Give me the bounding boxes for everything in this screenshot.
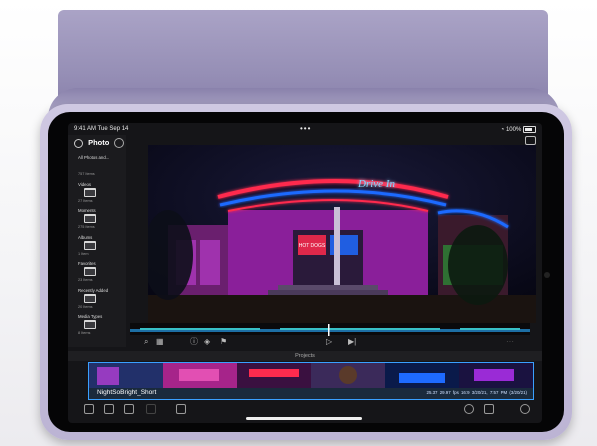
camera-icon bbox=[544, 272, 550, 278]
sidebar-item-label: Recently Added bbox=[78, 287, 109, 293]
trash-icon[interactable] bbox=[84, 404, 94, 414]
play-icon[interactable]: ▷ bbox=[326, 338, 332, 346]
multitasking-dots[interactable]: ••• bbox=[300, 124, 311, 133]
grid-icon[interactable]: ▦ bbox=[156, 338, 164, 346]
sidebar-item-recently-added[interactable]: Recently Added 20 Items bbox=[78, 288, 124, 315]
sidebar-item-moments[interactable]: Moments 275 Items bbox=[78, 208, 124, 235]
step bbox=[278, 285, 378, 290]
sidebar-item-all-photos[interactable]: All Photos and... 757 Items bbox=[78, 155, 124, 182]
sidebar-item-label: All Photos and... bbox=[78, 155, 110, 160]
ipad-screen: 9:41 AM Tue Sep 14 ••• ◔ 100% Photo All … bbox=[68, 123, 542, 423]
sidebar-item-count: 27 Items bbox=[78, 198, 93, 203]
audio-waveform[interactable] bbox=[130, 323, 530, 336]
filmstrip-thumbnails bbox=[89, 363, 533, 388]
thumbnail-detail bbox=[474, 369, 514, 381]
thumbnail-detail bbox=[179, 369, 219, 381]
help-icon[interactable] bbox=[520, 404, 530, 414]
sidebar-item-count: 20 Items bbox=[78, 304, 93, 309]
home-indicator[interactable] bbox=[246, 417, 362, 420]
clip-name: NightSoBright_Short bbox=[97, 389, 157, 396]
wifi-icon: ◔ bbox=[500, 127, 505, 134]
sidebar-item-label: Albums bbox=[78, 234, 93, 240]
photos-icon bbox=[74, 138, 83, 148]
share-icon[interactable] bbox=[484, 404, 494, 414]
sidebar-title: Photo bbox=[88, 138, 110, 147]
folder-icon bbox=[84, 267, 96, 276]
more-icon[interactable]: ··· bbox=[506, 338, 514, 346]
sidebar-list: All Photos and... 757 Items Videos 27 It… bbox=[78, 155, 124, 341]
projects-header[interactable]: Projects bbox=[68, 351, 542, 361]
folder-icon bbox=[84, 214, 96, 223]
playback-controls: ⌕ ▦ ⓘ ◈ ⚑ ▷ ▶| ··· bbox=[126, 335, 542, 351]
waveform-peak bbox=[280, 328, 440, 330]
viewer-frame: HOT DOGS Drive In bbox=[148, 145, 536, 323]
media-browser-sidebar: Photo All Photos and... 757 Items Videos… bbox=[68, 135, 126, 347]
sidebar-item-favorites[interactable]: Favorites 23 Items bbox=[78, 261, 124, 288]
thumbnail-detail bbox=[97, 367, 119, 385]
left-window bbox=[200, 240, 220, 285]
battery-icon bbox=[523, 126, 536, 133]
sidebar-item-count: 23 Items bbox=[78, 278, 93, 282]
sidebar-item-count: 757 Items bbox=[78, 172, 95, 176]
small-sign-text: HOT DOGS bbox=[299, 243, 326, 249]
viewer-options-icon[interactable] bbox=[525, 136, 536, 145]
search-icon[interactable]: ⌕ bbox=[144, 338, 148, 346]
delete-icon[interactable] bbox=[176, 404, 186, 414]
center-pillar bbox=[334, 207, 340, 295]
folder-icon bbox=[84, 240, 96, 250]
battery-percent: 100% bbox=[505, 127, 522, 134]
viewer-top-bar bbox=[126, 135, 542, 145]
thumbnail-detail bbox=[339, 366, 357, 384]
sidebar-item-label: Media Types bbox=[78, 314, 103, 319]
sidebar-item-videos[interactable]: Videos 27 Items bbox=[78, 182, 124, 209]
status-right: ◔ 100% bbox=[501, 126, 536, 133]
step bbox=[268, 290, 388, 295]
video-viewer[interactable]: HOT DOGS Drive In bbox=[148, 145, 536, 323]
skip-forward-icon[interactable]: ▶| bbox=[348, 338, 356, 346]
clip-metadata: 25.37 29.97 fps 16:9 3/20/21, 7:57 PM (3… bbox=[426, 390, 528, 395]
folder-icon bbox=[84, 293, 96, 303]
sidebar-item-label: Favorites bbox=[78, 261, 96, 266]
drive-in-sign: Drive In bbox=[357, 178, 395, 190]
sidebar-item-count: 275 Items bbox=[78, 225, 95, 229]
split-icon[interactable] bbox=[146, 404, 156, 414]
info-icon[interactable]: ⓘ bbox=[190, 338, 198, 346]
chevron-down-icon[interactable] bbox=[114, 138, 125, 149]
tree bbox=[448, 225, 508, 305]
folder-icon bbox=[84, 320, 96, 329]
waveform-peak bbox=[140, 328, 260, 330]
sidebar-header[interactable]: Photo bbox=[74, 138, 125, 149]
add-clip-icon[interactable] bbox=[124, 404, 134, 414]
bottom-toolbar bbox=[68, 402, 542, 416]
status-bar: 9:41 AM Tue Sep 14 ••• ◔ 100% bbox=[68, 123, 542, 135]
status-time: 9:41 AM Tue Sep 14 bbox=[74, 126, 129, 132]
waveform-peak bbox=[460, 328, 520, 330]
sidebar-item-media-types[interactable]: Media Types 8 Items bbox=[78, 314, 124, 341]
search-icon[interactable] bbox=[464, 404, 474, 414]
thumbnail-detail bbox=[249, 369, 299, 377]
folder-icon bbox=[84, 187, 96, 197]
add-icon[interactable] bbox=[104, 404, 114, 414]
clip-info-bar: NightSoBright_Short 25.37 29.97 fps 16:9… bbox=[89, 388, 533, 399]
smart-cover bbox=[58, 10, 548, 100]
sidebar-item-count: 1 Item bbox=[78, 251, 89, 256]
thumbnail-detail bbox=[399, 373, 445, 383]
sidebar-item-label: Videos bbox=[78, 181, 92, 187]
sidebar-item-count: 8 Items bbox=[78, 331, 91, 335]
sidebar-item-label: Moments bbox=[78, 208, 96, 213]
shield-icon[interactable]: ◈ bbox=[204, 338, 210, 346]
sidebar-item-albums[interactable]: Albums 1 Item bbox=[78, 235, 124, 262]
flag-icon[interactable]: ⚑ bbox=[220, 338, 227, 346]
timeline-clip[interactable]: NightSoBright_Short 25.37 29.97 fps 16:9… bbox=[88, 362, 534, 400]
